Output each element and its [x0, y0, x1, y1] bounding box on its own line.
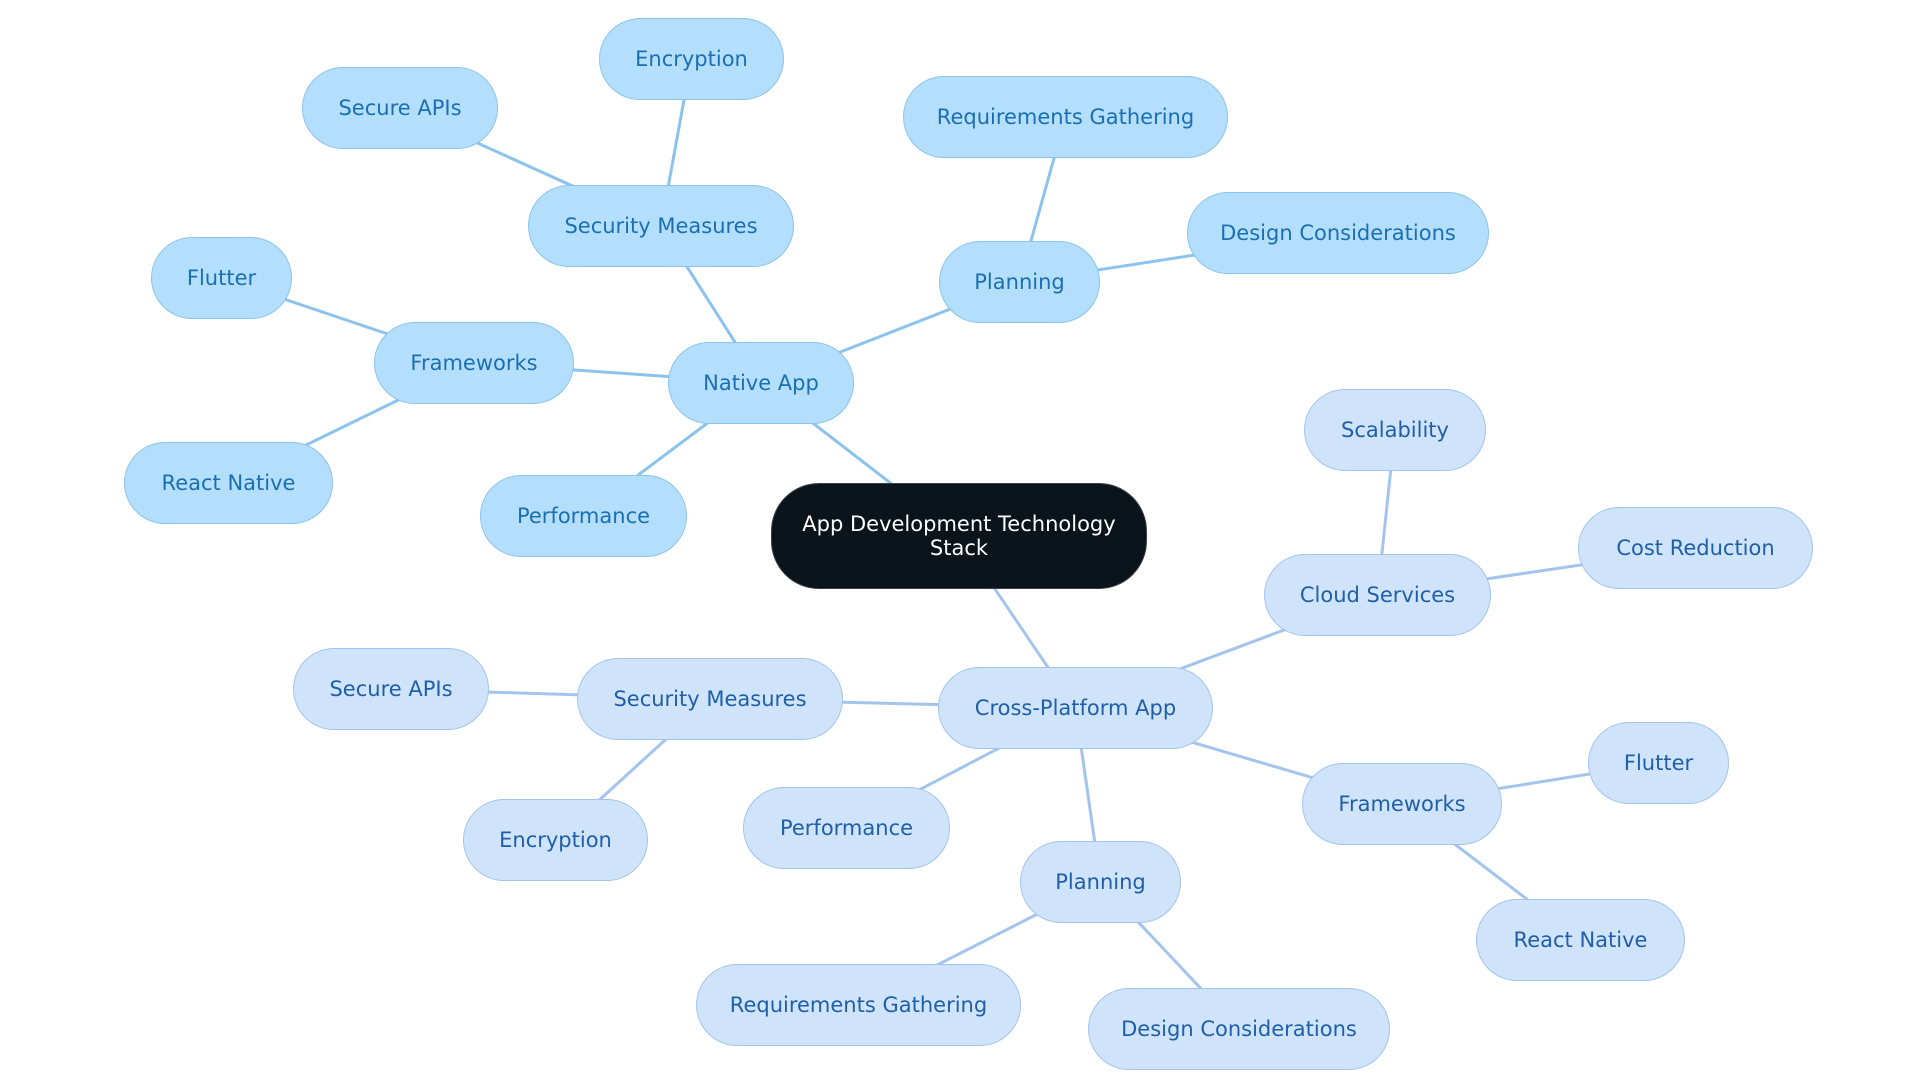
- native-frameworks-node[interactable]: Frameworks: [374, 322, 574, 404]
- node-label: Frameworks: [1338, 791, 1466, 816]
- cross-platform-app-node[interactable]: Cross-Platform App: [938, 667, 1213, 749]
- node-label: Requirements Gathering: [729, 992, 988, 1017]
- node-label: Secure APIs: [329, 676, 453, 701]
- node-label: Security Measures: [613, 686, 807, 711]
- node-label: Performance: [516, 503, 651, 528]
- cross-cloud-services-node[interactable]: Cloud Services: [1264, 554, 1491, 636]
- node-label: React Native: [1513, 927, 1648, 952]
- native-encryption-node[interactable]: Encryption: [599, 18, 784, 100]
- native-security-measures-node[interactable]: Security Measures: [528, 185, 794, 267]
- cross-frameworks-node[interactable]: Frameworks: [1302, 763, 1502, 845]
- native-planning-node[interactable]: Planning: [939, 241, 1100, 323]
- native-flutter-node[interactable]: Flutter: [151, 237, 292, 319]
- node-label: Security Measures: [564, 213, 758, 238]
- node-label: Planning: [974, 269, 1065, 294]
- node-label: Cloud Services: [1299, 582, 1456, 607]
- node-label: Scalability: [1341, 417, 1449, 442]
- native-secure-apis-node[interactable]: Secure APIs: [302, 67, 498, 149]
- node-label: Secure APIs: [338, 95, 462, 120]
- node-label: Native App: [703, 370, 819, 395]
- root-label: App Development Technology Stack: [802, 511, 1116, 560]
- cross-security-measures-node[interactable]: Security Measures: [577, 658, 843, 740]
- native-requirements-gathering-node[interactable]: Requirements Gathering: [903, 76, 1228, 158]
- node-label: Cost Reduction: [1616, 535, 1775, 560]
- cross-cost-reduction-node[interactable]: Cost Reduction: [1578, 507, 1813, 589]
- cross-performance-node[interactable]: Performance: [743, 787, 950, 869]
- node-label: Frameworks: [410, 350, 538, 375]
- native-performance-node[interactable]: Performance: [480, 475, 687, 557]
- node-label: Planning: [1055, 869, 1146, 894]
- node-label: Encryption: [635, 46, 748, 71]
- cross-scalability-node[interactable]: Scalability: [1304, 389, 1486, 471]
- native-app-node[interactable]: Native App: [668, 342, 854, 424]
- cross-encryption-node[interactable]: Encryption: [463, 799, 648, 881]
- node-label: Design Considerations: [1121, 1016, 1357, 1041]
- node-label: Cross-Platform App: [974, 695, 1177, 720]
- node-label: Requirements Gathering: [936, 104, 1195, 129]
- cross-flutter-node[interactable]: Flutter: [1588, 722, 1729, 804]
- cross-requirements-gathering-node[interactable]: Requirements Gathering: [696, 964, 1021, 1046]
- node-label: Flutter: [186, 265, 257, 290]
- native-react-native-node[interactable]: React Native: [124, 442, 333, 524]
- cross-secure-apis-node[interactable]: Secure APIs: [293, 648, 489, 730]
- node-label: Flutter: [1623, 750, 1694, 775]
- root-node[interactable]: App Development Technology Stack: [771, 483, 1147, 589]
- cross-planning-node[interactable]: Planning: [1020, 841, 1181, 923]
- node-label: Encryption: [499, 827, 612, 852]
- node-label: Performance: [779, 815, 914, 840]
- cross-design-considerations-node[interactable]: Design Considerations: [1088, 988, 1390, 1070]
- cross-react-native-node[interactable]: React Native: [1476, 899, 1685, 981]
- node-label: React Native: [161, 470, 296, 495]
- node-label: Design Considerations: [1220, 220, 1456, 245]
- native-design-considerations-node[interactable]: Design Considerations: [1187, 192, 1489, 274]
